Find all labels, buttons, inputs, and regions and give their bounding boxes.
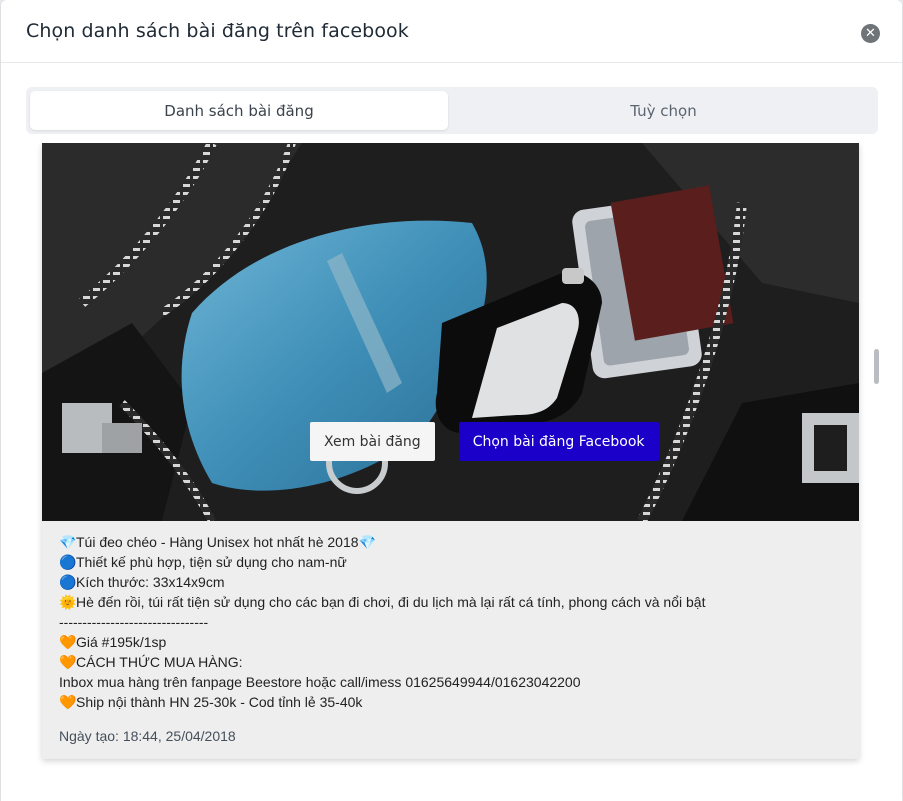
- bag-photo-illustration: [42, 143, 859, 521]
- tab-options[interactable]: Tuỳ chọn: [453, 91, 874, 130]
- close-icon[interactable]: ✕: [861, 24, 880, 43]
- caption-line: 🌞Hè đến rồi, túi rất tiện sử dụng cho cá…: [59, 594, 706, 610]
- post-list-scroll-area[interactable]: Xem bài đăng Chọn bài đăng Facebook 💎Túi…: [1, 143, 902, 801]
- orange-heart-icon: 🧡: [59, 634, 77, 650]
- choose-facebook-post-button[interactable]: Chọn bài đăng Facebook: [458, 422, 659, 461]
- tab-bar: Danh sách bài đăng Tuỳ chọn: [26, 87, 878, 134]
- caption-line: Inbox mua hàng trên fanpage Beestore hoặ…: [59, 674, 581, 690]
- post-card: Xem bài đăng Chọn bài đăng Facebook 💎Túi…: [42, 143, 859, 759]
- caption-line: 🧡Giá #195k/1sp: [59, 634, 167, 650]
- caption-line: 💎Túi đeo chéo - Hàng Unisex hot nhất hè …: [59, 534, 376, 550]
- caption-line: 🧡Ship nội thành HN 25-30k - Cod tỉnh lẻ …: [59, 694, 363, 710]
- caption-line: 🧡CÁCH THỨC MUA HÀNG:: [59, 654, 243, 670]
- diamond-icon: 💎: [59, 534, 77, 550]
- orange-heart-icon: 🧡: [59, 654, 77, 670]
- post-caption: 💎Túi đeo chéo - Hàng Unisex hot nhất hè …: [59, 532, 849, 712]
- post-created-date: Ngày tạo: 18:44, 25/04/2018: [59, 728, 236, 744]
- caption-divider: --------------------------------: [59, 614, 209, 630]
- facebook-post-picker-modal: Chọn danh sách bài đăng trên facebook ✕ …: [1, 0, 902, 801]
- modal-title: Chọn danh sách bài đăng trên facebook: [26, 20, 409, 42]
- sun-icon: 🌞: [59, 594, 77, 610]
- post-image: Xem bài đăng Chọn bài đăng Facebook: [42, 143, 859, 521]
- modal-header: Chọn danh sách bài đăng trên facebook ✕: [1, 0, 902, 63]
- caption-line: 🔵Kích thước: 33x14x9cm: [59, 574, 225, 590]
- blue-circle-icon: 🔵: [59, 574, 77, 590]
- orange-heart-icon: 🧡: [59, 694, 77, 710]
- caption-line: 🔵Thiết kế phù hợp, tiện sử dụng cho nam-…: [59, 554, 347, 570]
- scrollbar-thumb[interactable]: [874, 349, 879, 384]
- blue-circle-icon: 🔵: [59, 554, 77, 570]
- tab-post-list[interactable]: Danh sách bài đăng: [30, 91, 448, 130]
- diamond-icon: 💎: [358, 534, 376, 550]
- view-post-button[interactable]: Xem bài đăng: [310, 422, 435, 461]
- post-actions: Xem bài đăng Chọn bài đăng Facebook: [310, 422, 659, 461]
